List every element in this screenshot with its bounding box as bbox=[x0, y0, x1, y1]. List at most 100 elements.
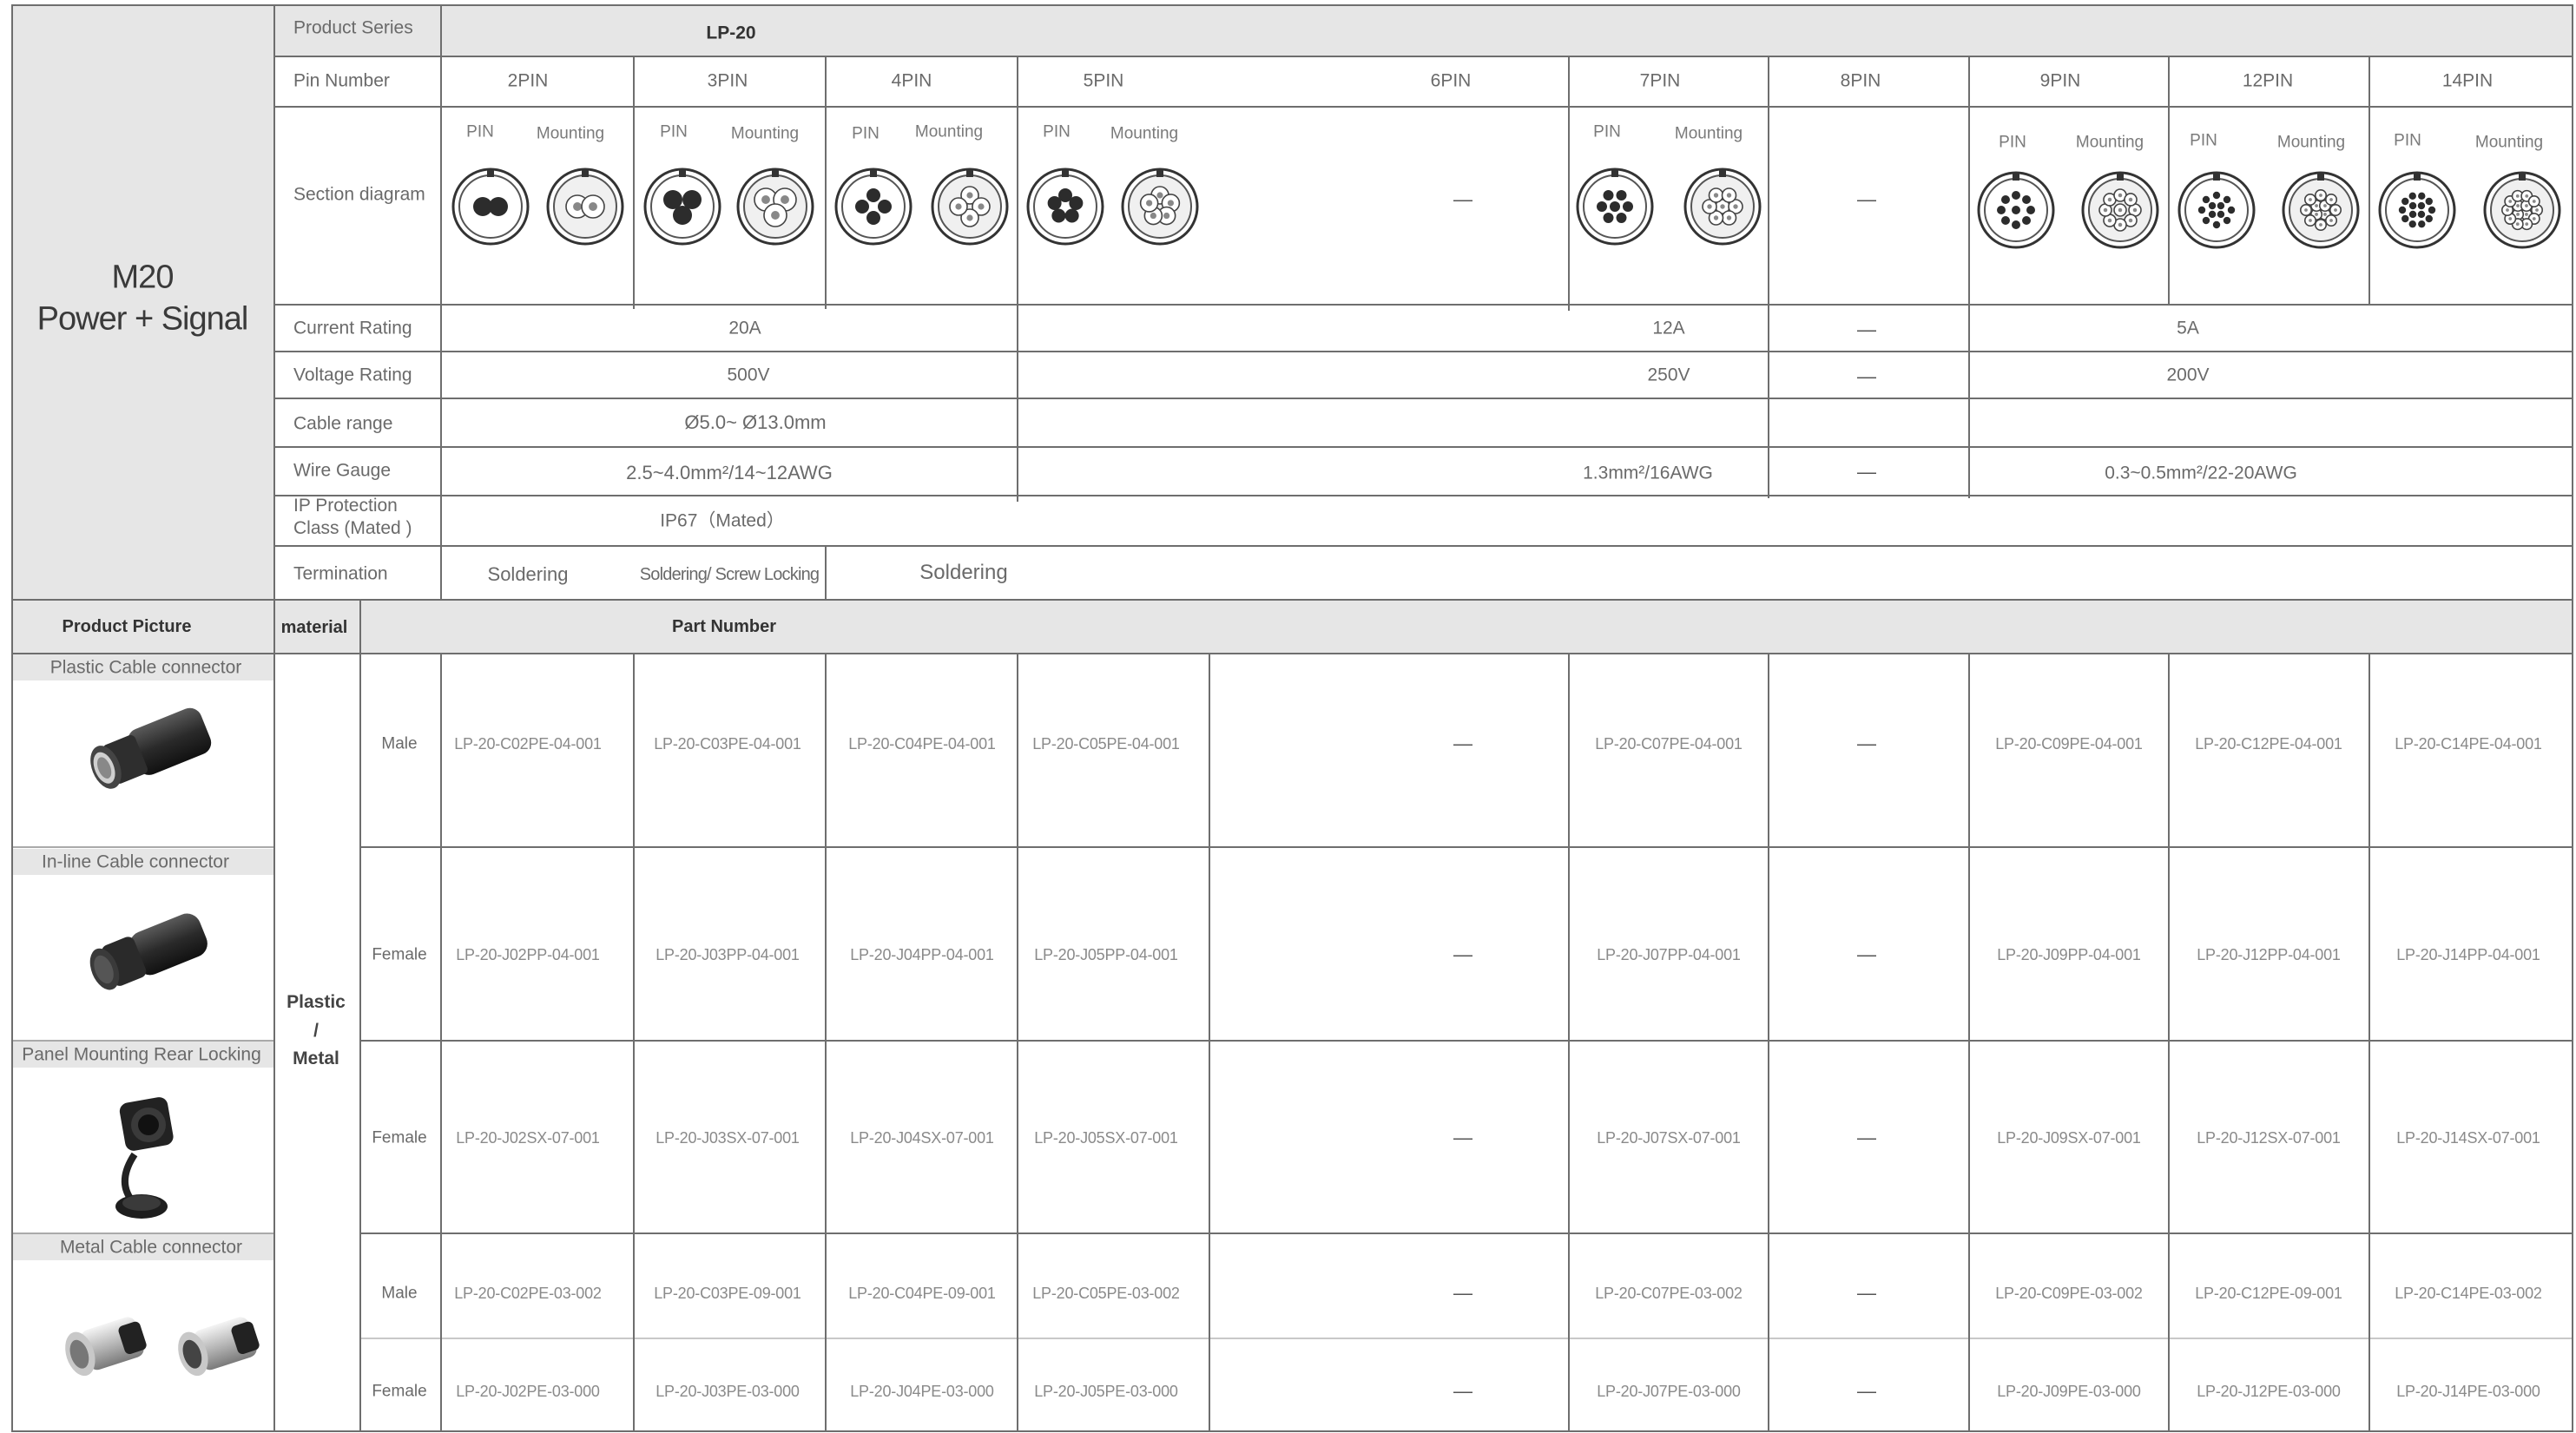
grid-line bbox=[2168, 653, 2170, 1432]
grid-line bbox=[2368, 653, 2370, 1432]
part-number-cell: LP-20-J05SX-07-001 bbox=[1034, 1129, 1178, 1147]
grid-line bbox=[359, 846, 2573, 848]
current-rating-value: — bbox=[1857, 319, 1876, 340]
grid-line bbox=[12, 653, 2573, 654]
current-rating-value: 5A bbox=[2177, 318, 2199, 339]
mounting-diagram bbox=[2282, 171, 2360, 249]
gender-label: Female bbox=[372, 1128, 427, 1147]
material-value-line3: Metal bbox=[293, 1048, 339, 1069]
cable-range-value: Ø5.0~ Ø13.0mm bbox=[684, 411, 827, 433]
metal-cable-connector-photo bbox=[65, 1317, 260, 1377]
part-number-cell: — bbox=[1453, 943, 1472, 965]
product-name: In-line Cable connector bbox=[42, 851, 229, 872]
part-number-cell: LP-20-J09SX-07-001 bbox=[1997, 1129, 2141, 1147]
voltage-rating-label: Voltage Rating bbox=[293, 365, 412, 385]
mounting-diagram bbox=[1121, 168, 1199, 246]
part-number-cell: LP-20-C05PE-03-002 bbox=[1032, 1285, 1180, 1302]
ip-protection-label-line1: IP Protection bbox=[293, 495, 398, 516]
grid-line bbox=[12, 1430, 2573, 1432]
part-number-cell: LP-20-J03PP-04-001 bbox=[656, 946, 800, 963]
material-header: material bbox=[280, 618, 348, 637]
pin-diagram bbox=[2177, 171, 2256, 249]
part-number-cell: LP-20-C03PE-09-001 bbox=[654, 1285, 801, 1302]
wire-gauge-value: 1.3mm²/16AWG bbox=[1583, 463, 1713, 483]
part-number-cell: LP-20-C05PE-04-001 bbox=[1032, 735, 1180, 753]
part-number-cell: LP-20-C07PE-03-002 bbox=[1595, 1285, 1743, 1302]
part-number-cell: LP-20-C12PE-04-001 bbox=[2195, 735, 2342, 753]
part-number-cell: LP-20-C03PE-04-001 bbox=[654, 735, 801, 753]
part-number-cell: LP-20-C02PE-04-001 bbox=[454, 735, 602, 753]
grid-line bbox=[12, 846, 274, 848]
material-value-line1: Plastic bbox=[287, 992, 346, 1013]
part-number-cell: — bbox=[1857, 733, 1876, 754]
part-number-cell: — bbox=[1857, 1380, 1876, 1402]
grid-line bbox=[1209, 653, 1210, 1432]
pin-diagram bbox=[1977, 171, 2055, 249]
part-number-cell: LP-20-J14SX-07-001 bbox=[2396, 1129, 2540, 1147]
part-number-cell: LP-20-J04PP-04-001 bbox=[850, 946, 994, 963]
grid-line bbox=[359, 1233, 2573, 1234]
grid-line bbox=[274, 545, 2573, 547]
pin-diagram bbox=[2378, 171, 2456, 249]
part-number-cell: LP-20-C02PE-03-002 bbox=[454, 1285, 602, 1302]
grid-line bbox=[825, 653, 827, 1432]
inline-cable-connector-photo bbox=[89, 913, 208, 990]
cable-range-label: Cable range bbox=[293, 413, 393, 434]
mounting-diagram bbox=[546, 168, 624, 246]
grid-line bbox=[274, 351, 2573, 352]
part-number-cell: LP-20-J04SX-07-001 bbox=[850, 1129, 994, 1147]
grid-line bbox=[1568, 653, 1570, 1432]
voltage-rating-value: — bbox=[1857, 365, 1876, 387]
part-number-cell: LP-20-J02PP-04-001 bbox=[456, 946, 600, 963]
termination-label: Termination bbox=[293, 563, 388, 584]
part-number-cell: LP-20-C04PE-04-001 bbox=[848, 735, 996, 753]
product-name: Panel Mounting Rear Locking bbox=[22, 1044, 261, 1065]
mounting-diagram bbox=[2483, 171, 2561, 249]
grid-line bbox=[1768, 653, 1769, 1432]
part-number-cell: LP-20-C14PE-04-001 bbox=[2395, 735, 2542, 753]
mounting-diagram bbox=[931, 168, 1009, 246]
part-number-cell: LP-20-J03PE-03-000 bbox=[656, 1383, 800, 1400]
grid-line bbox=[1968, 653, 1970, 1432]
grid-line bbox=[274, 495, 2573, 496]
termination-value: Soldering bbox=[919, 561, 1008, 584]
grid-line bbox=[12, 1040, 274, 1042]
part-number-cell: LP-20-J12PE-03-000 bbox=[2197, 1383, 2341, 1400]
current-rating-label: Current Rating bbox=[293, 318, 412, 339]
voltage-rating-value: 250V bbox=[1647, 365, 1690, 385]
part-number-cell: LP-20-J02PE-03-000 bbox=[456, 1383, 600, 1400]
grid-line bbox=[1017, 653, 1018, 1432]
wire-gauge-value: 0.3~0.5mm²/22-20AWG bbox=[2105, 463, 2297, 483]
current-rating-value: 20A bbox=[728, 318, 761, 339]
grid-line bbox=[359, 1338, 2573, 1339]
part-number-cell: LP-20-J07PE-03-000 bbox=[1597, 1383, 1741, 1400]
header-row-bg bbox=[12, 601, 2573, 654]
part-number-cell: — bbox=[1453, 1127, 1472, 1148]
part-number-cell: — bbox=[1453, 1380, 1472, 1402]
grid-line bbox=[359, 599, 361, 1432]
panel-mounting-connector-photo bbox=[115, 1097, 174, 1219]
spec-sheet: M20 Power + Signal Product Series LP-20 … bbox=[0, 0, 2576, 1433]
gender-label: Male bbox=[381, 734, 418, 753]
wire-gauge-value: — bbox=[1857, 461, 1876, 483]
part-number-cell: LP-20-J12PP-04-001 bbox=[2197, 946, 2341, 963]
wire-gauge-value: 2.5~4.0mm²/14~12AWG bbox=[626, 462, 833, 483]
part-number-cell: LP-20-C12PE-09-001 bbox=[2195, 1285, 2342, 1302]
gender-label: Female bbox=[372, 1382, 427, 1401]
part-number-cell: LP-20-J12SX-07-001 bbox=[2197, 1129, 2341, 1147]
current-rating-value: 12A bbox=[1652, 318, 1685, 339]
termination-value: Soldering/ Screw Locking bbox=[639, 565, 820, 584]
part-number-cell: — bbox=[1857, 1127, 1876, 1148]
ip-protection-label: IP Protection Class (Mated ) bbox=[293, 495, 412, 541]
part-number-cell: — bbox=[1857, 943, 1876, 965]
grid-line bbox=[440, 653, 442, 1432]
grid-line bbox=[633, 653, 635, 1432]
part-number-cell: LP-20-J14PE-03-000 bbox=[2396, 1383, 2540, 1400]
part-number-cell: LP-20-J05PP-04-001 bbox=[1034, 946, 1178, 963]
grid-line bbox=[825, 545, 827, 601]
part-number-cell: LP-20-J07PP-04-001 bbox=[1597, 946, 1741, 963]
voltage-rating-value: 200V bbox=[2166, 365, 2210, 385]
product-name: Metal Cable connector bbox=[59, 1237, 243, 1258]
part-number-cell: LP-20-J07SX-07-001 bbox=[1597, 1129, 1741, 1147]
grid-line bbox=[12, 1233, 274, 1234]
